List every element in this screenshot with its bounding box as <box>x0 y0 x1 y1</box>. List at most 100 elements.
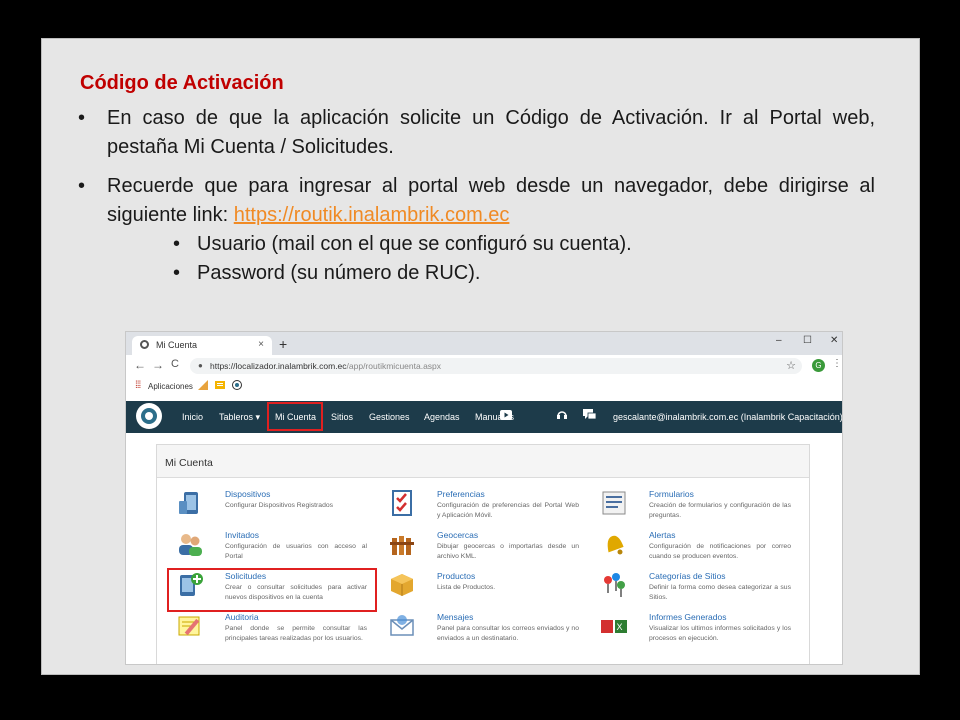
option-title[interactable]: Dispositivos <box>225 489 270 499</box>
favicon-icon <box>140 340 149 349</box>
fence-icon <box>390 536 414 555</box>
maximize-button[interactable]: ☐ <box>803 335 812 346</box>
portal-link[interactable]: https://routik.inalambrik.com.ec <box>234 204 510 226</box>
option-mensajes[interactable]: Mensajes Panel para consultar los correo… <box>388 612 588 652</box>
option-informes-generados[interactable]: X Informes Generados Visualizar los ulti… <box>600 612 800 652</box>
box-icon <box>391 574 413 596</box>
bullet-text: En caso de que la aplicación solicite un… <box>107 107 875 158</box>
option-title[interactable]: Formularios <box>649 489 694 499</box>
option-description: Dibujar geocercas o importarlas desde un… <box>437 543 579 560</box>
option-auditoria[interactable]: Auditoria Panel donde se permite consult… <box>176 612 376 652</box>
option-description: Configurar Dispositivos Registrados <box>225 502 334 509</box>
nav-gestiones[interactable]: Gestiones <box>369 412 410 422</box>
bookmark-icon[interactable] <box>198 380 208 390</box>
option-description: Lista de Productos. <box>437 584 496 591</box>
option-title[interactable]: Informes Generados <box>649 612 726 622</box>
option-description: Definir la forma como desea categorizar … <box>649 584 791 601</box>
nav-inicio[interactable]: Inicio <box>182 412 203 422</box>
lock-icon: ● <box>198 361 203 370</box>
back-button[interactable]: ← <box>134 358 146 372</box>
users-icon <box>179 534 202 556</box>
option-title[interactable]: Mensajes <box>437 612 473 622</box>
pencil-note-icon <box>178 616 200 636</box>
reload-button[interactable]: C <box>171 358 179 370</box>
routik-logo[interactable] <box>136 403 162 429</box>
mail-icon <box>390 615 414 636</box>
browser-tab[interactable]: Mi Cuenta × <box>132 336 272 355</box>
option-description: Panel donde se permite consultar las pri… <box>225 625 367 642</box>
youtube-icon[interactable] <box>500 410 512 420</box>
address-bar[interactable]: ● https://localizador.inalambrik.com.ec/… <box>190 358 802 374</box>
option-geocercas[interactable]: Geocercas Dibujar geocercas o importarla… <box>388 530 588 570</box>
forward-button[interactable]: → <box>152 358 164 372</box>
browser-menu-button[interactable]: ⋮ <box>832 358 842 369</box>
panel-title: Mi Cuenta <box>165 457 213 469</box>
close-tab-icon[interactable]: × <box>258 339 264 350</box>
bullet-dot: • <box>173 233 181 255</box>
option-title[interactable]: Productos <box>437 571 475 581</box>
option-description: Configuración de preferencias del Portal… <box>437 502 579 519</box>
url-text: https://localizador.inalambrik.com.ec/ap… <box>210 361 441 371</box>
option-formularios[interactable]: Formularios Creación de formularios y co… <box>600 489 800 529</box>
star-icon[interactable]: ☆ <box>786 359 796 372</box>
bullet-item: • En caso de que la aplicación solicite … <box>78 104 875 162</box>
option-title[interactable]: Alertas <box>649 530 675 540</box>
highlight-box-solicitudes <box>167 568 377 612</box>
slide-title: Código de Activación <box>80 72 284 94</box>
url-path: /app/routikmicuenta.aspx <box>346 361 442 371</box>
browser-screenshot: Mi Cuenta × + – ☐ ✕ ← → C ● https://loca… <box>125 331 843 665</box>
option-title[interactable]: Auditoria <box>225 612 259 622</box>
panel-header: Mi Cuenta <box>157 445 809 478</box>
option-description: Configuración de notificaciones por corr… <box>649 543 791 560</box>
minimize-button[interactable]: – <box>776 335 782 346</box>
option-title[interactable]: Invitados <box>225 530 259 540</box>
apps-grid-icon[interactable]: ⁞⁞⁞ <box>135 380 141 391</box>
bookmark-apps-label[interactable]: Aplicaciones <box>148 382 193 391</box>
option-description: Configuración de usuarios con acceso al … <box>225 543 367 560</box>
option-preferencias[interactable]: Preferencias Configuración de preferenci… <box>388 489 588 529</box>
report-icon: X <box>601 620 627 633</box>
svg-text:X: X <box>617 622 623 632</box>
bookmark-icon[interactable] <box>232 380 242 390</box>
bullet-dot: • <box>78 175 86 197</box>
bookmarks-bar: ⁞⁞⁞ Aplicaciones <box>126 377 842 395</box>
browser-tab-strip: Mi Cuenta × + – ☐ ✕ <box>126 332 842 355</box>
option-alertas[interactable]: Alertas Configuración de notificaciones … <box>600 530 800 570</box>
bookmark-icon[interactable] <box>215 380 225 390</box>
user-account-menu[interactable]: gescalante@inalambrik.com.ec (Inalambrik… <box>613 412 842 423</box>
new-tab-button[interactable]: + <box>279 336 287 352</box>
chat-icon[interactable] <box>583 409 596 421</box>
close-window-button[interactable]: ✕ <box>830 335 838 346</box>
option-description: Visualizar los ultimos informes solicita… <box>649 625 791 642</box>
option-title[interactable]: Geocercas <box>437 530 478 540</box>
bullet-dot: • <box>173 262 181 284</box>
sub-bullet-item: • Usuario (mail con el que se configuró … <box>78 230 875 259</box>
url-host: https://localizador.inalambrik.com.ec <box>210 361 347 371</box>
option-categorias-de-sitios[interactable]: Categorías de Sitios Definir la forma co… <box>600 571 800 611</box>
highlight-box-mi-cuenta <box>267 402 323 431</box>
nav-agendas[interactable]: Agendas <box>424 412 460 422</box>
sub-bullet-item: • Password (su número de RUC). <box>78 259 875 288</box>
option-description: Panel para consultar los correos enviado… <box>437 625 579 642</box>
bullet-list: • En caso de que la aplicación solicite … <box>78 104 875 288</box>
tab-title: Mi Cuenta <box>156 340 198 350</box>
bullet-dot: • <box>78 107 86 129</box>
option-productos[interactable]: Productos Lista de Productos. <box>388 571 588 611</box>
headset-icon[interactable] <box>556 409 568 421</box>
sub-bullet-text: Usuario (mail con el que se configuró su… <box>197 233 632 255</box>
checklist-icon <box>392 490 412 516</box>
option-title[interactable]: Categorías de Sitios <box>649 571 726 581</box>
device-icon <box>179 492 198 514</box>
bullet-item: • Recuerde que para ingresar al portal w… <box>78 172 875 230</box>
option-title[interactable]: Preferencias <box>437 489 485 499</box>
bell-icon <box>607 535 624 555</box>
profile-avatar[interactable]: G <box>812 359 825 372</box>
address-toolbar: ← → C ● https://localizador.inalambrik.c… <box>126 355 842 378</box>
option-dispositivos[interactable]: Dispositivos Configurar Dispositivos Reg… <box>176 489 376 529</box>
sub-bullet-text: Password (su número de RUC). <box>197 262 481 284</box>
pins-icon <box>604 573 625 597</box>
nav-sitios[interactable]: Sitios <box>331 412 353 422</box>
option-invitados[interactable]: Invitados Configuración de usuarios con … <box>176 530 376 570</box>
nav-tableros[interactable]: Tableros ▾ <box>219 412 260 423</box>
option-description: Creación de formularios y configuración … <box>649 502 791 519</box>
